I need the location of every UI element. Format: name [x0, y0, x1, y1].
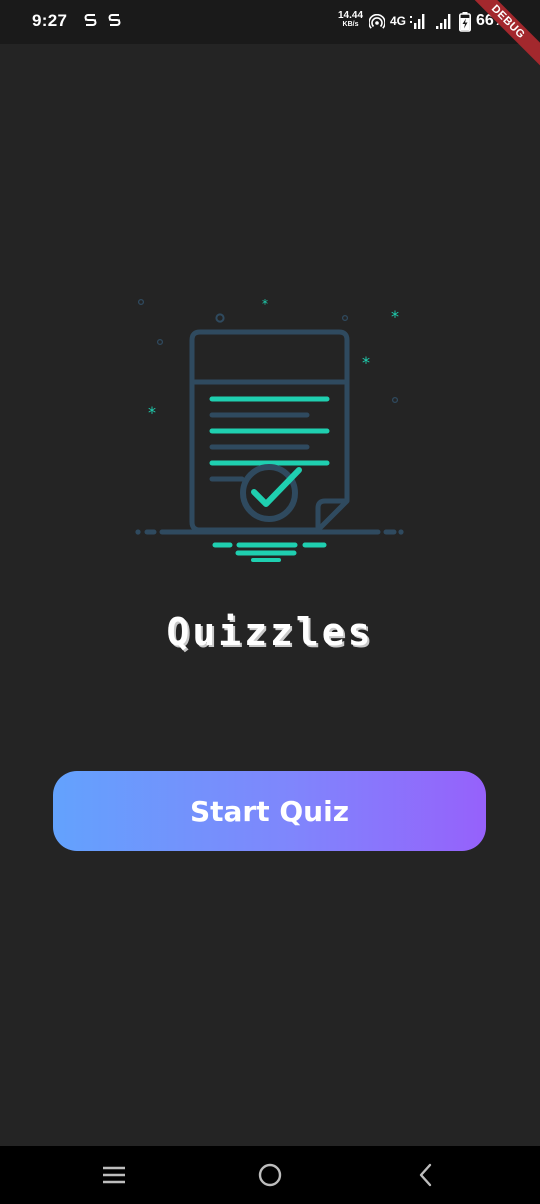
home-icon[interactable]: [254, 1160, 286, 1190]
svg-text:*: *: [362, 353, 370, 372]
notification-s-icon: [108, 12, 121, 34]
app-title: Quizzles: [166, 610, 374, 654]
svg-text:*: *: [148, 403, 156, 422]
notification-s-icon: [84, 12, 97, 34]
quiz-illustration: * * * *: [130, 292, 410, 566]
start-quiz-button[interactable]: Start Quiz: [53, 771, 486, 851]
network-speed: 14.44 KB/s: [338, 11, 363, 29]
status-bar: 9:27 14.44 KB/s 4G 66% DEBUG: [0, 0, 540, 78]
menu-icon[interactable]: [98, 1160, 130, 1190]
signal-4g-icon: [410, 13, 426, 34]
svg-text:*: *: [262, 297, 268, 311]
navigation-bar: [0, 1146, 540, 1204]
hotspot-icon: [368, 13, 386, 34]
back-icon[interactable]: [410, 1160, 442, 1190]
signal-icon: [436, 13, 452, 34]
app-screen: 9:27 14.44 KB/s 4G 66% DEBUG * * * * Qui…: [0, 0, 540, 1204]
network-type: 4G: [390, 14, 407, 28]
network-speed-value: 14.44: [338, 10, 364, 21]
battery-charging-icon: [459, 12, 471, 36]
network-speed-unit: KB/s: [342, 21, 359, 28]
svg-text:*: *: [391, 307, 399, 326]
status-time: 9:27: [32, 11, 68, 30]
